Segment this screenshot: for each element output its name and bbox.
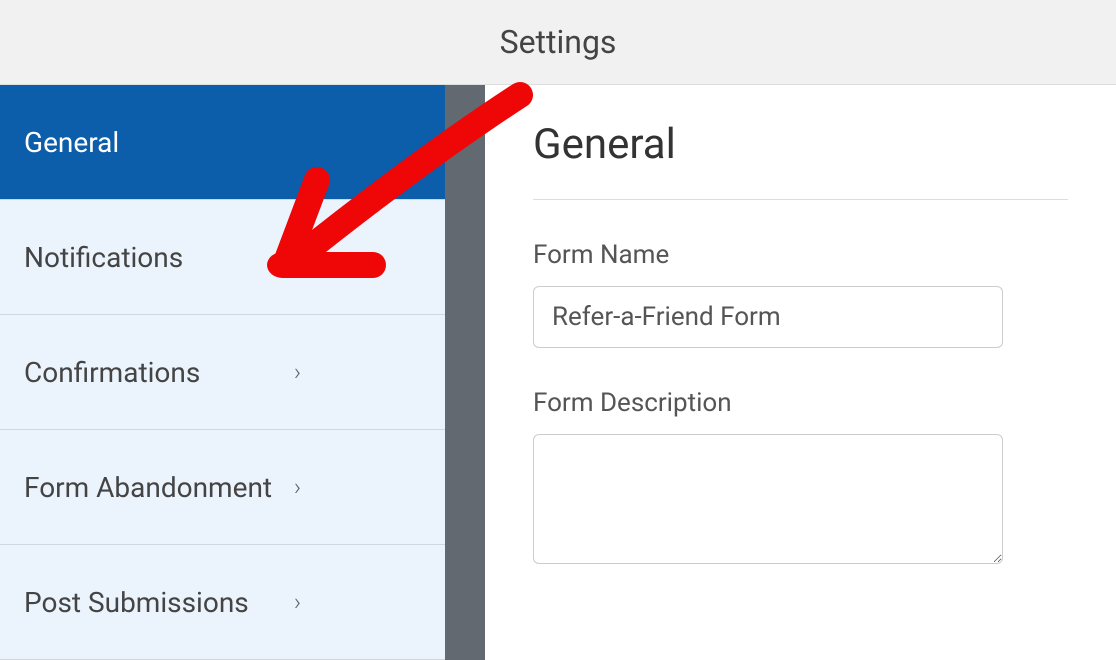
page-title: Settings bbox=[500, 23, 617, 61]
sidebar-item-general[interactable]: General bbox=[0, 85, 445, 200]
sidebar-item-confirmations[interactable]: Confirmations › bbox=[0, 315, 445, 430]
sidebar-item-notifications[interactable]: Notifications bbox=[0, 200, 445, 315]
header: Settings bbox=[0, 0, 1116, 85]
sidebar-item-label: General bbox=[24, 126, 119, 159]
container: General Notifications Confirmations › Fo… bbox=[0, 85, 1116, 660]
section-title: General bbox=[533, 120, 1068, 169]
sidebar-item-label: Form Abandonment bbox=[24, 471, 272, 504]
form-name-input[interactable] bbox=[533, 286, 1003, 348]
sidebar-item-label: Notifications bbox=[24, 241, 183, 274]
sidebar-item-form-abandonment[interactable]: Form Abandonment › bbox=[0, 430, 445, 545]
form-name-label: Form Name bbox=[533, 240, 1068, 270]
form-description-textarea[interactable] bbox=[533, 434, 1003, 564]
chevron-right-icon: › bbox=[294, 358, 301, 386]
chevron-right-icon: › bbox=[294, 473, 301, 501]
form-description-label: Form Description bbox=[533, 388, 1068, 418]
sidebar: General Notifications Confirmations › Fo… bbox=[0, 85, 445, 660]
vertical-divider bbox=[445, 85, 485, 660]
sidebar-item-label: Confirmations bbox=[24, 356, 200, 389]
divider bbox=[533, 199, 1068, 200]
sidebar-item-post-submissions[interactable]: Post Submissions › bbox=[0, 545, 445, 660]
chevron-right-icon: › bbox=[294, 588, 301, 616]
main-panel: General Form Name Form Description bbox=[485, 85, 1116, 660]
sidebar-item-label: Post Submissions bbox=[24, 586, 249, 619]
